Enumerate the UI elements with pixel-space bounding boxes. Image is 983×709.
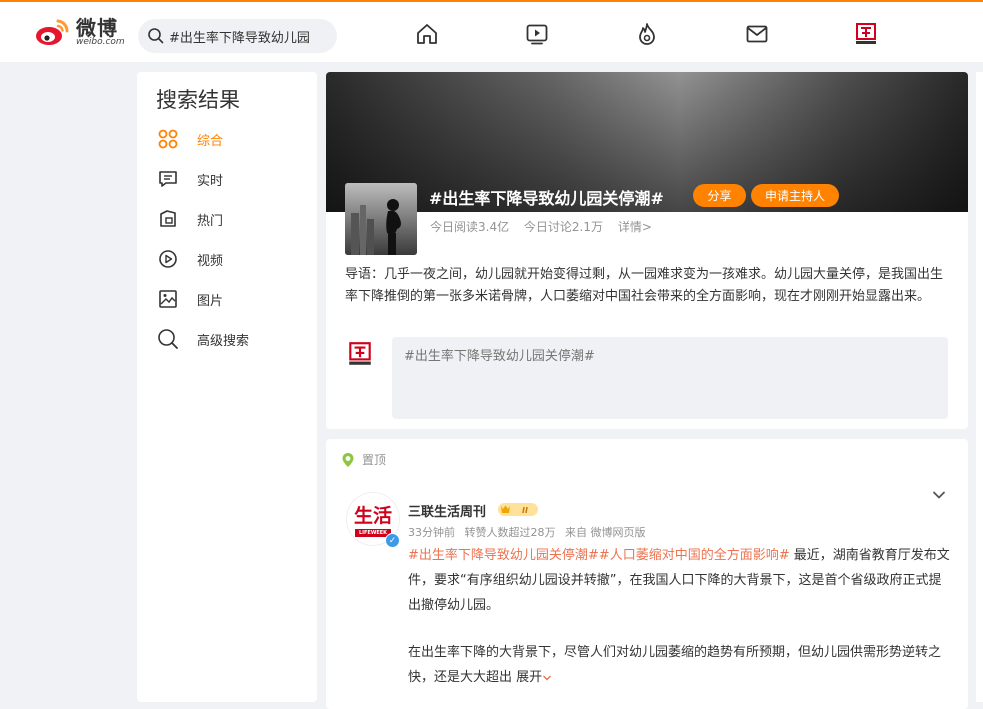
- logo-text-en: weibo.com: [76, 36, 125, 47]
- avatar-brand-text: 生活: [353, 505, 392, 527]
- search-icon: [157, 328, 179, 350]
- topic-intro: 导语：几乎一夜之间，幼儿园就开始变得过剩，从一园难求变为一孩难求。幼儿园大量关停…: [345, 267, 944, 304]
- sidebar-item-label: 图片: [197, 293, 224, 309]
- hashtag-link[interactable]: #出生率下降导致幼儿园关停潮#: [408, 548, 599, 563]
- composer-avatar-image: [346, 340, 374, 368]
- chat-icon: [157, 168, 179, 190]
- post-text-part: 在出生率下降的大背景下，尽管人们对幼儿园萎缩的趋势有所预期，但幼儿园供需形势逆转…: [408, 645, 942, 685]
- compose-input[interactable]: [392, 337, 948, 419]
- today-discussions: 今日讨论2.1万: [523, 220, 604, 234]
- profile-avatar-image: [853, 21, 879, 47]
- pregnant-silhouette-image: [345, 183, 417, 255]
- search-input[interactable]: [169, 28, 329, 44]
- topic-stats: 今日阅读3.4亿 今日讨论2.1万 详情>: [430, 218, 663, 235]
- sidebar-title: 搜索结果: [156, 88, 240, 112]
- apply-host-button[interactable]: 申请主持人: [751, 184, 839, 207]
- image-icon: [157, 288, 179, 310]
- right-column-edge: [976, 72, 983, 702]
- sidebar-item-advanced-search[interactable]: 高级搜索: [157, 327, 249, 351]
- sidebar-item-comprehensive[interactable]: 综合: [157, 127, 223, 151]
- author-name[interactable]: 三联生活周刊: [408, 501, 486, 520]
- hot-icon: [639, 23, 655, 45]
- post-text: #出生率下降导致幼儿园关停潮##人口萎缩对中国的全方面影响# 最近，湖南省教育厅…: [408, 543, 953, 618]
- composer-avatar: [346, 340, 374, 368]
- logo-text-cn: 微博: [76, 15, 118, 40]
- sidebar-item-hot[interactable]: 热门: [157, 207, 223, 231]
- sidebar-item-label: 热门: [197, 213, 224, 229]
- topic-card: #出生率下降导致幼儿园关停潮# 分享 申请主持人 今日阅读3.4亿 今日讨论2.…: [326, 72, 968, 429]
- expand-button[interactable]: 展开: [516, 670, 552, 685]
- post-meta: 33分钟前 转赞人数超过28万 来自 微博网页版: [408, 524, 652, 540]
- today-reads: 今日阅读3.4亿: [430, 220, 510, 234]
- post-time[interactable]: 33分钟前: [408, 526, 455, 539]
- sidebar-item-label: 高级搜索: [197, 333, 250, 349]
- details-link[interactable]: 详情>: [618, 220, 652, 234]
- weibo-post-card: 置顶 生活 LIFEWEEK ✓ 三联生活周刊 II 33分钟前 转赞人数超过2…: [326, 439, 968, 709]
- topic-title: #出生率下降导致幼儿园关停潮#: [429, 189, 664, 208]
- play-icon: [157, 248, 179, 270]
- share-button[interactable]: 分享: [693, 184, 746, 207]
- svg-text:II: II: [522, 506, 528, 515]
- post-reposts: 转赞人数超过28万: [464, 526, 556, 539]
- grid-icon: [157, 128, 179, 150]
- message-icon: [746, 25, 768, 43]
- post-text-paragraph: 在出生率下降的大背景下，尽管人们对幼儿园萎缩的趋势有所预期，但幼儿园供需形势逆转…: [408, 640, 953, 690]
- chevron-down-icon[interactable]: [931, 487, 947, 503]
- home-icon: [417, 24, 437, 44]
- hashtag-link[interactable]: #人口萎缩对中国的全方面影响#: [599, 548, 790, 563]
- home-nav-button[interactable]: [414, 21, 440, 47]
- search-icon: [148, 28, 164, 44]
- topic-thumbnail[interactable]: [345, 183, 417, 255]
- sidebar-item-label: 实时: [197, 173, 224, 189]
- pinned-label: 置顶: [340, 451, 386, 468]
- sidebar-item-images[interactable]: 图片: [157, 287, 223, 311]
- message-nav-button[interactable]: [744, 21, 770, 47]
- hot-doc-icon: [157, 208, 179, 230]
- search-sidebar: 搜索结果 综合 实时 热门 视频 图片 高级搜索: [137, 72, 317, 702]
- sidebar-item-label: 视频: [197, 253, 224, 269]
- weibo-logo[interactable]: 微博 weibo.com: [34, 15, 125, 49]
- sidebar-item-realtime[interactable]: 实时: [157, 167, 223, 191]
- profile-avatar[interactable]: [853, 21, 879, 47]
- video-icon: [526, 24, 548, 45]
- member-badge-icon[interactable]: II: [498, 502, 538, 517]
- expand-chevron-icon: [543, 675, 552, 680]
- pin-icon: [342, 452, 354, 467]
- sidebar-item-video[interactable]: 视频: [157, 247, 223, 271]
- sidebar-item-label: 综合: [197, 133, 224, 149]
- post-source: 来自 微博网页版: [565, 526, 646, 539]
- verified-badge-icon: ✓: [385, 533, 400, 548]
- hot-nav-button[interactable]: [634, 21, 660, 47]
- expand-label: 展开: [516, 670, 543, 685]
- pinned-text: 置顶: [362, 453, 387, 467]
- weibo-eye-icon: [36, 19, 69, 45]
- top-nav-bar: 微博 weibo.com: [0, 0, 983, 62]
- video-nav-button[interactable]: [524, 21, 550, 47]
- search-box[interactable]: [138, 19, 337, 53]
